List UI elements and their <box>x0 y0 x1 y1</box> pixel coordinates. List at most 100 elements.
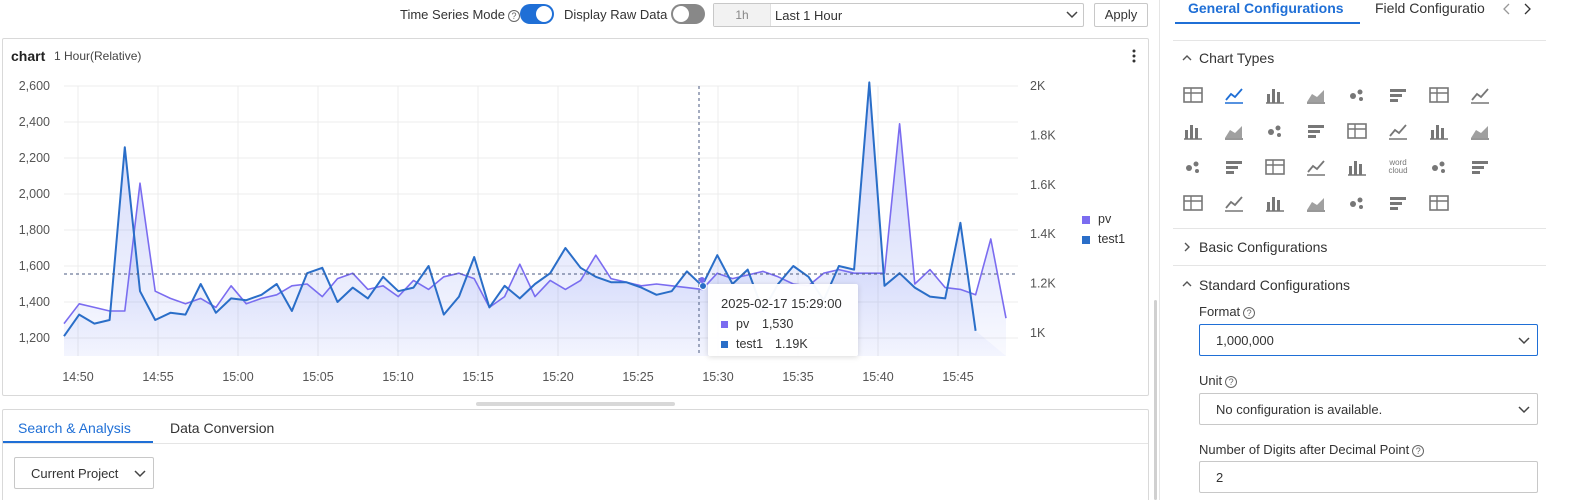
divider <box>1173 228 1546 229</box>
unit-value: No configuration is available. <box>1216 402 1383 417</box>
y-tick-left: 2,400 <box>19 115 50 129</box>
x-tick: 14:55 <box>142 370 173 384</box>
project-select[interactable]: Current Project <box>14 457 154 489</box>
markdown-icon[interactable] <box>1223 156 1245 178</box>
tooltip-value-pv: 1,530 <box>762 317 794 331</box>
treemap-icon[interactable] <box>1305 192 1327 214</box>
area-chart-icon-glyph <box>1307 90 1325 104</box>
divider <box>1173 265 1546 266</box>
chevron-left-icon[interactable] <box>1503 3 1511 15</box>
location-map-icon[interactable] <box>1264 192 1286 214</box>
help-icon[interactable]: ? <box>1243 306 1256 319</box>
cloud-map-icon[interactable] <box>1223 192 1245 214</box>
funnel-icon[interactable] <box>1387 192 1409 214</box>
format-select[interactable]: 1,000,000 <box>1199 324 1538 356</box>
chevron-up-icon[interactable] <box>1182 54 1192 62</box>
digits-input[interactable]: 2 <box>1199 461 1538 493</box>
location-map-icon-glyph <box>1266 197 1284 212</box>
radar-chart-icon[interactable] <box>1223 120 1245 142</box>
chevron-right-icon[interactable] <box>1183 242 1191 252</box>
tooltip-swatch-pv <box>721 321 728 328</box>
pie-chart-icon[interactable] <box>1469 84 1491 106</box>
chevron-up-icon[interactable] <box>1182 280 1192 288</box>
tooltip-name-test1: test1 <box>736 337 764 351</box>
tab-field-configurations[interactable]: Field Configuratio <box>1375 0 1495 16</box>
series-area-test1 <box>64 82 1006 357</box>
x-tick: 15:25 <box>622 370 653 384</box>
sankey-icon[interactable] <box>1346 156 1368 178</box>
x-tick: 15:15 <box>462 370 493 384</box>
timeline-icon[interactable] <box>1264 156 1286 178</box>
x-tick: 15:05 <box>302 370 333 384</box>
section-chart-types[interactable]: Chart Types <box>1199 50 1274 66</box>
line-chart-icon[interactable] <box>1223 84 1245 106</box>
topology-icon-glyph <box>1432 161 1445 173</box>
chart-tooltip: 2025-02-17 15:29:00 pv 1,530 test1 1.19K <box>708 284 858 356</box>
table-icon[interactable] <box>1182 84 1204 106</box>
x-tick: 15:40 <box>862 370 893 384</box>
column-chart-icon[interactable] <box>1182 120 1204 142</box>
y-tick-right: 1.6K <box>1030 178 1056 192</box>
bubble-icon[interactable] <box>1346 120 1368 142</box>
format-label: Format? <box>1199 304 1256 319</box>
section-basic-configurations[interactable]: Basic Configurations <box>1199 239 1327 255</box>
y-tick-left: 2,000 <box>19 187 50 201</box>
word-cloud-icon[interactable]: word cloud <box>1387 156 1409 178</box>
area-chart-icon[interactable] <box>1305 84 1327 106</box>
column-chart-icon-glyph <box>1184 125 1202 140</box>
active-tab-indicator <box>3 441 153 443</box>
dot-matrix-icon[interactable] <box>1305 120 1327 142</box>
legend-label: test1 <box>1098 232 1126 246</box>
tab-divider <box>3 443 1148 444</box>
list-icon[interactable] <box>1428 192 1450 214</box>
amap-icon[interactable] <box>1182 192 1204 214</box>
page: Time Series Mode? Display Raw Data 1h La… <box>0 0 1579 500</box>
image-chart-icon-glyph <box>1186 161 1199 173</box>
section-standard-configurations[interactable]: Standard Configurations <box>1199 277 1350 293</box>
y-tick-right: 1K <box>1030 326 1046 340</box>
y-tick-left: 1,200 <box>19 331 50 345</box>
tab-search-analysis[interactable]: Search & Analysis <box>18 420 131 436</box>
legend-swatch <box>1082 216 1090 224</box>
bubble-icon-glyph <box>1347 123 1367 139</box>
flow-chart-icon[interactable] <box>1428 84 1450 106</box>
funnel-table-icon-glyph <box>1389 124 1407 140</box>
bar-chart-icon[interactable] <box>1264 84 1286 106</box>
chart-area[interactable]: 1,200 1,400 1,600 1,800 2,000 2,200 2,400 2,600… <box>0 0 1150 400</box>
tooltip-name-pv: pv <box>736 317 750 331</box>
scatter-icon[interactable] <box>1387 84 1409 106</box>
world-map-icon[interactable] <box>1469 120 1491 142</box>
topology-icon[interactable] <box>1428 156 1450 178</box>
tab-general-configurations[interactable]: General Configurations <box>1188 0 1344 16</box>
tab-scroll-controls <box>1493 0 1559 22</box>
amap-icon-glyph <box>1183 195 1203 211</box>
panel-divider <box>1159 0 1160 500</box>
candlestick-icon[interactable] <box>1305 156 1327 178</box>
y-tick-left: 1,800 <box>19 223 50 237</box>
scrollbar[interactable] <box>1154 300 1157 500</box>
chart-type-grid: word cloud <box>1180 82 1510 222</box>
unit-select[interactable]: No configuration is available. <box>1199 393 1538 425</box>
timeline-icon-glyph <box>1265 159 1285 175</box>
help-icon[interactable]: ? <box>1412 444 1425 457</box>
image-chart-icon[interactable] <box>1182 156 1204 178</box>
table-icon-glyph <box>1183 87 1203 103</box>
bar-chart-icon-glyph <box>1266 89 1284 104</box>
histogram-icon[interactable] <box>1469 156 1491 178</box>
y-tick-right: 2K <box>1030 79 1046 93</box>
chevron-down-icon <box>134 470 146 478</box>
help-icon[interactable]: ? <box>1225 375 1238 388</box>
china-map-icon[interactable] <box>1428 120 1450 142</box>
single-value-icon[interactable] <box>1346 84 1368 106</box>
markdown-icon-glyph <box>1226 161 1242 174</box>
grid-table-icon-glyph <box>1268 125 1281 137</box>
stacked-bar-icon[interactable] <box>1346 192 1368 214</box>
resize-handle[interactable] <box>476 402 675 406</box>
scatter-icon-glyph <box>1390 89 1406 102</box>
grid-table-icon[interactable] <box>1264 120 1286 142</box>
single-value-icon-glyph <box>1350 89 1363 101</box>
funnel-table-icon[interactable] <box>1387 120 1409 142</box>
chevron-right-icon[interactable] <box>1524 3 1532 15</box>
tab-data-conversion[interactable]: Data Conversion <box>170 420 274 436</box>
word-cloud-text: word cloud <box>1388 158 1408 175</box>
